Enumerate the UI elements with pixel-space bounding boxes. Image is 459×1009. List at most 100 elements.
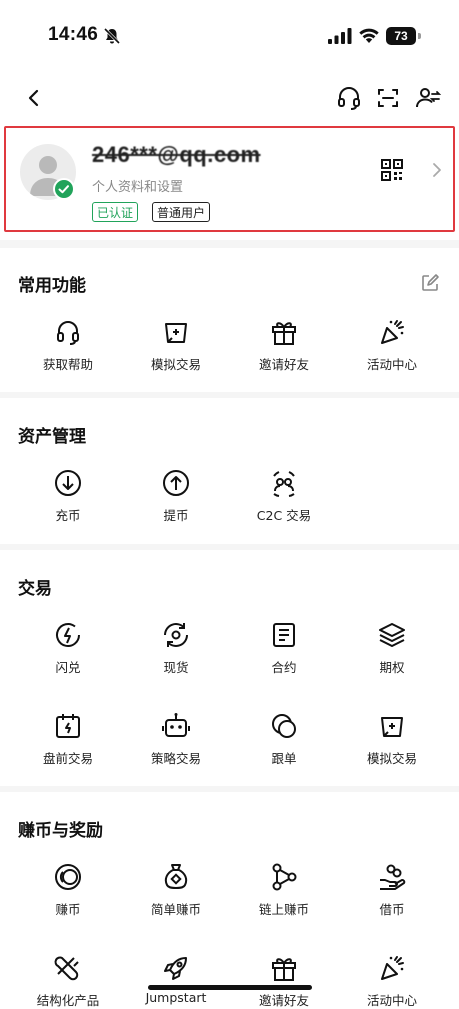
signal-icon — [328, 28, 352, 44]
grid-item-label: C2C 交易 — [256, 508, 312, 523]
grid-item-invite-2[interactable]: 邀请好友 — [230, 952, 338, 1009]
grid-item-options[interactable]: 期权 — [338, 619, 446, 676]
pre-market-icon — [52, 710, 84, 742]
scan-button[interactable] — [374, 84, 402, 112]
deposit-icon — [52, 467, 84, 499]
grid-item-strategy[interactable]: 策略交易 — [122, 710, 230, 767]
grid-item-pre-market[interactable]: 盘前交易 — [14, 710, 122, 767]
headset-icon — [338, 87, 360, 110]
account-email: 246***@qq.com — [92, 142, 261, 167]
copy-trade-icon — [268, 710, 300, 742]
battery-level: 73 — [386, 27, 416, 45]
grid-item-label: 盘前交易 — [42, 751, 93, 766]
options-layers-icon — [376, 619, 408, 651]
grid-item-label: 跟单 — [271, 751, 297, 766]
verified-check-icon — [53, 178, 75, 200]
grid-item-onchain-earn[interactable]: 链上赚币 — [230, 861, 338, 918]
chevron-right-icon — [433, 163, 441, 177]
gift-icon — [268, 952, 300, 984]
grid-item-label: 闪兑 — [55, 660, 81, 675]
grid-item-mock-trade-2[interactable]: 模拟交易 — [338, 710, 446, 767]
user-switch-icon — [416, 88, 442, 108]
grid-item-label: 模拟交易 — [150, 357, 201, 372]
grid-item-help[interactable]: 获取帮助 — [14, 316, 122, 373]
chevron-left-icon — [28, 89, 39, 107]
status-bar: 14:46 73 — [0, 0, 459, 70]
battery-icon: 73 — [386, 27, 421, 45]
grid-item-simple-earn[interactable]: 简单赚币 — [122, 861, 230, 918]
grid-item-label: 简单赚币 — [150, 902, 201, 917]
spot-icon — [160, 619, 192, 651]
section-title-assets: 资产管理 — [18, 427, 86, 447]
edit-icon[interactable] — [420, 273, 440, 293]
profile-card[interactable]: 246***@qq.com 个人资料和设置 已认证 普通用户 — [4, 126, 455, 232]
grid-item-label: 现货 — [163, 660, 189, 675]
grid-item-contract[interactable]: 合约 — [230, 619, 338, 676]
grid-item-mock-trade[interactable]: 模拟交易 — [122, 316, 230, 373]
section-title-common: 常用功能 — [18, 276, 86, 296]
grid-item-label: 借币 — [379, 902, 405, 917]
rocket-icon — [160, 952, 192, 984]
grid-item-activity[interactable]: 活动中心 — [338, 316, 446, 373]
section-title-earn: 赚币与奖励 — [18, 821, 103, 841]
section-divider — [0, 786, 459, 792]
section-divider — [0, 240, 459, 248]
onchain-icon — [268, 861, 300, 893]
grid-item-label: 合约 — [271, 660, 297, 675]
grid-item-label: 充币 — [55, 508, 81, 523]
flash-convert-icon — [52, 619, 84, 651]
profile-subtitle: 个人资料和设置 — [92, 180, 184, 195]
wifi-icon — [359, 28, 379, 43]
grid-item-label: 模拟交易 — [366, 751, 417, 766]
grid-item-label: 期权 — [379, 660, 405, 675]
bot-icon — [160, 710, 192, 742]
grid-item-invite[interactable]: 邀请好友 — [230, 316, 338, 373]
party-popper-icon — [376, 316, 408, 348]
back-button[interactable] — [20, 84, 48, 112]
qr-code-icon[interactable] — [380, 158, 404, 182]
grid-item-withdraw[interactable]: 提币 — [122, 467, 230, 524]
grid-item-label: 赚币 — [55, 902, 81, 917]
section-divider — [0, 392, 459, 398]
section-title-trade: 交易 — [18, 579, 52, 599]
mock-trade-icon — [376, 710, 408, 742]
bell-muted-icon — [103, 27, 121, 45]
grid-item-structured[interactable]: 结构化产品 — [14, 952, 122, 1009]
grid-item-label: 获取帮助 — [42, 357, 93, 372]
withdraw-icon — [160, 467, 192, 499]
grid-item-deposit[interactable]: 充币 — [14, 467, 122, 524]
grid-item-jumpstart[interactable]: Jumpstart — [122, 952, 230, 1005]
headset-icon — [52, 316, 84, 348]
contract-icon — [268, 619, 300, 651]
grid-item-label: Jumpstart — [145, 990, 207, 1005]
grid-item-label: 提币 — [163, 508, 189, 523]
grid-item-c2c[interactable]: C2C 交易 — [230, 467, 338, 524]
grid-item-activity-2[interactable]: 活动中心 — [338, 952, 446, 1009]
user-type-badge: 普通用户 — [152, 202, 211, 222]
money-bag-icon — [160, 861, 192, 893]
support-button[interactable] — [335, 84, 363, 112]
grid-item-flash-convert[interactable]: 闪兑 — [14, 619, 122, 676]
grid-item-label: 邀请好友 — [258, 357, 309, 372]
status-time: 14:46 — [48, 24, 99, 45]
switch-account-button[interactable] — [414, 84, 442, 112]
gift-icon — [268, 316, 300, 348]
c2c-icon — [268, 467, 300, 499]
home-indicator[interactable] — [148, 985, 312, 990]
grid-item-label: 链上赚币 — [258, 902, 309, 917]
verified-badge: 已认证 — [92, 202, 139, 222]
grid-item-copy-trade[interactable]: 跟单 — [230, 710, 338, 767]
mock-trade-icon — [160, 316, 192, 348]
top-nav — [0, 78, 459, 118]
coin-icon — [52, 861, 84, 893]
loan-icon — [376, 861, 408, 893]
party-popper-icon — [376, 952, 408, 984]
scan-icon — [378, 89, 398, 107]
structured-icon — [52, 952, 84, 984]
section-divider — [0, 544, 459, 550]
grid-item-earn[interactable]: 赚币 — [14, 861, 122, 918]
grid-item-label: 活动中心 — [366, 357, 417, 372]
grid-item-loan[interactable]: 借币 — [338, 861, 446, 918]
grid-item-label: 策略交易 — [150, 751, 201, 766]
grid-item-spot[interactable]: 现货 — [122, 619, 230, 676]
